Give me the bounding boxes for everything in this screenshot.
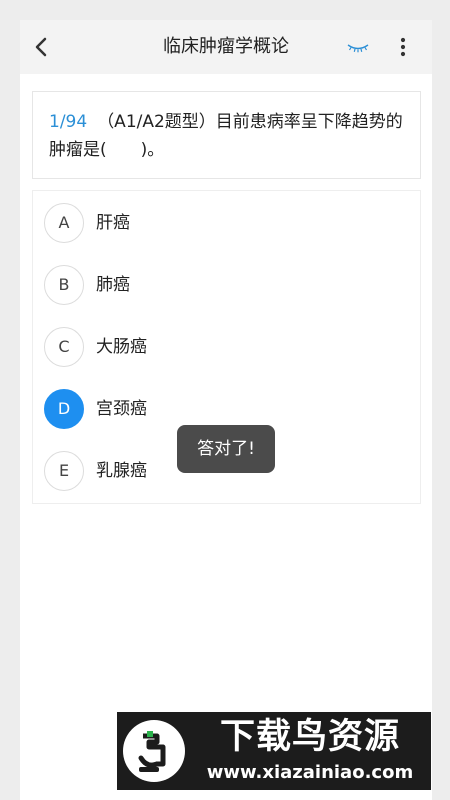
top-nav-bar: 临床肿瘤学概论 <box>20 20 432 74</box>
result-toast: 答对了! <box>177 425 275 473</box>
watermark-title: 下载鸟资源 <box>219 717 400 757</box>
option-letter: C <box>44 327 84 367</box>
eye-closed-icon <box>347 44 369 53</box>
bird-logo-icon <box>123 720 185 782</box>
option-letter: E <box>44 451 84 491</box>
option-text: 乳腺癌 <box>96 461 147 481</box>
option-letter: A <box>44 203 84 243</box>
question-number: 1/94 <box>49 112 88 132</box>
chevron-left-icon <box>35 37 47 57</box>
page-title: 临床肿瘤学概论 <box>163 36 289 57</box>
option-text: 肺癌 <box>96 275 130 295</box>
question-card: 1/94 （A1/A2题型）目前患病率呈下降趋势的肿瘤是( )。 <box>32 91 421 179</box>
option-a[interactable]: A 肝癌 <box>44 203 404 243</box>
watermark-url: www.xiazainiao.com <box>206 762 414 783</box>
app-screen: 临床肿瘤学概论 1/94 （A1/A2题型）目前患病率呈下降趋势的肿瘤是()。… <box>20 20 432 800</box>
more-vertical-icon <box>400 37 406 57</box>
option-text: 大肠癌 <box>96 337 147 357</box>
option-d[interactable]: D 宫颈癌 <box>44 389 404 429</box>
option-letter-selected: D <box>44 389 84 429</box>
eye-toggle-button[interactable] <box>346 38 370 56</box>
option-b[interactable]: B 肺癌 <box>44 265 404 305</box>
option-c[interactable]: C 大肠癌 <box>44 327 404 367</box>
back-button[interactable] <box>28 33 56 61</box>
more-options-button[interactable] <box>396 35 410 59</box>
question-text: （A1/A2题型）目前患病率呈下降趋势的肿瘤是( )。 <box>49 112 403 160</box>
watermark-banner: 下载鸟资源 www.xiazainiao.com <box>117 712 431 790</box>
option-letter: B <box>44 265 84 305</box>
option-text: 宫颈癌 <box>96 399 147 419</box>
option-text: 肝癌 <box>96 213 130 233</box>
